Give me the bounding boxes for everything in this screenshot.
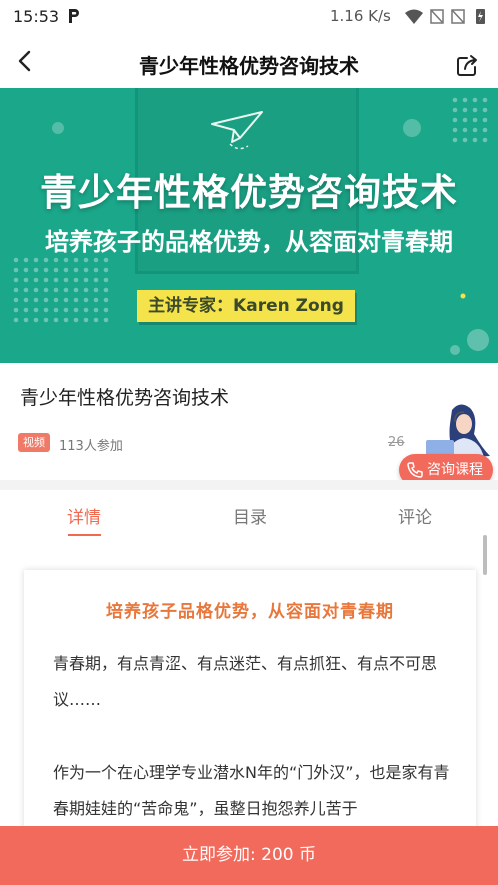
signal-off-icon — [430, 9, 444, 24]
tab-catalog[interactable]: 目录 — [210, 503, 290, 528]
page-title: 青少年性格优势咨询技术 — [139, 54, 359, 78]
banner-subtitle: 培养孩子的品格优势，从容面对青春期 — [45, 228, 453, 256]
tab-comments[interactable]: 评论 — [375, 503, 455, 528]
description-heading: 培养孩子品格优势，从容面对青春期 — [106, 602, 394, 622]
status-bar: 15:53 1.16 K/s — [0, 0, 498, 34]
parking-notification-icon — [69, 9, 79, 23]
description-paragraph: 青春期，有点青涩、有点迷茫、有点抓狂、有点不可思议…… — [53, 654, 438, 709]
network-speed: 1.16 K/s — [330, 7, 391, 25]
original-price: 26 — [388, 435, 405, 450]
description-paragraph: 作为一个在心理学专业潜水N年的“门外汉”，也是家有青春期娃娃的“苦命鬼”，虽整日… — [53, 763, 450, 818]
tab-details[interactable]: 详情 — [44, 503, 124, 528]
scrollbar[interactable] — [483, 535, 487, 575]
signal-off-icon-2 — [451, 9, 465, 24]
wifi-icon — [405, 9, 423, 24]
course-banner: 青少年性格优势咨询技术 培养孩子的品格优势，从容面对青春期 主讲专家：Karen… — [0, 88, 498, 363]
status-icons — [405, 9, 485, 24]
nav-bar: 青少年性格优势咨询技术 — [0, 34, 498, 88]
participant-count: 113人参加 — [59, 439, 123, 454]
share-icon[interactable] — [455, 54, 479, 78]
consultant-avatar-icon[interactable] — [424, 400, 494, 462]
section-separator — [0, 480, 498, 490]
video-badge: 视频 — [18, 433, 50, 452]
banner-expert-label: 主讲专家：Karen Zong — [137, 290, 355, 322]
phone-icon — [407, 462, 423, 478]
banner-title: 青少年性格优势咨询技术 — [40, 171, 458, 214]
dot-pattern-left — [13, 257, 109, 323]
active-tab-indicator — [68, 534, 101, 536]
join-now-button[interactable]: 立即参加: 200 币 — [0, 826, 498, 885]
dot-pattern-right — [452, 97, 488, 143]
consult-course-label: 咨询课程 — [427, 462, 483, 478]
status-time: 15:53 — [13, 7, 60, 26]
course-title: 青少年性格优势咨询技术 — [20, 387, 230, 409]
detail-tabs: 详情 目录 评论 — [0, 490, 498, 542]
battery-charging-icon — [476, 9, 485, 24]
